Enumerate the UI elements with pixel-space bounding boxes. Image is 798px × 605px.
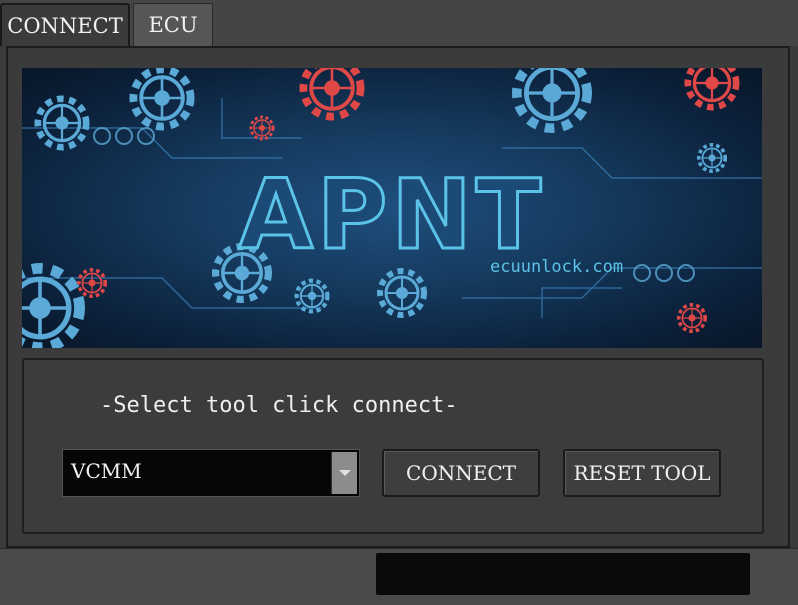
- banner-site: ecuunlock.com: [490, 257, 623, 277]
- status-field: [376, 553, 750, 595]
- chevron-down-icon: [338, 470, 351, 476]
- instruction-text: -Select tool click connect-: [100, 393, 458, 418]
- gear-icon: [517, 68, 587, 128]
- gear-icon: [688, 68, 736, 107]
- tab-ecu[interactable]: ECU: [133, 3, 213, 46]
- connect-group: [22, 358, 764, 534]
- gear-icon: [38, 99, 86, 147]
- gear-icon: [380, 271, 424, 315]
- gear-icon: [77, 267, 107, 299]
- reset-tool-button[interactable]: RESET TOOL: [563, 449, 721, 497]
- apnt-banner: APNT ecuunlock.com: [22, 68, 762, 348]
- gear-icon: [249, 115, 275, 141]
- gear-icon: [133, 69, 190, 126]
- gear-icon: [676, 302, 708, 334]
- tool-select[interactable]: VCMM: [62, 449, 360, 497]
- gear-icon: [22, 268, 80, 347]
- gear-icon: [696, 143, 728, 173]
- gear-icon: [297, 281, 328, 312]
- dropdown-button[interactable]: [331, 452, 357, 494]
- connect-button[interactable]: CONNECT: [382, 449, 540, 497]
- app-window: CONNECT ECU APNT ecuunlock.com -Select t…: [0, 0, 798, 605]
- tool-select-value: VCMM: [71, 459, 142, 483]
- gear-icon: [303, 68, 360, 117]
- tab-connect[interactable]: CONNECT: [0, 3, 130, 46]
- banner-artwork: APNT ecuunlock.com: [22, 68, 762, 348]
- banner-logo: APNT: [239, 159, 545, 271]
- tab-bar: CONNECT ECU: [0, 0, 798, 46]
